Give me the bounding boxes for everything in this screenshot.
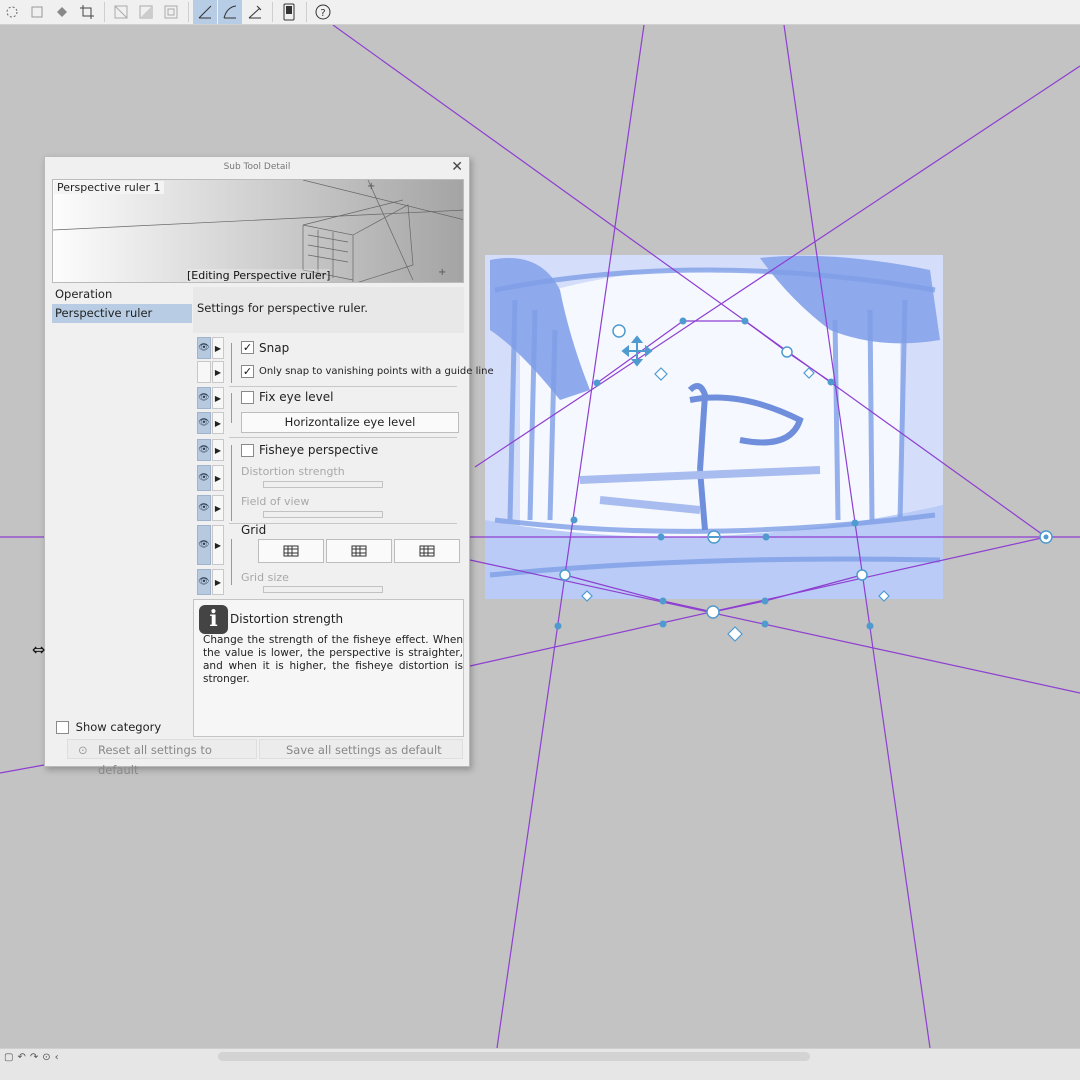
grid-size-label: Grid size	[241, 571, 289, 584]
grid-label: Grid	[241, 523, 267, 537]
fisheye-checkbox[interactable]	[241, 444, 254, 457]
category-operation[interactable]: Operation	[52, 285, 192, 304]
grid-yz-button[interactable]	[326, 539, 392, 563]
eye-icon[interactable]: 👁	[197, 495, 211, 521]
grid-icon	[419, 545, 435, 557]
rotate-icon[interactable]	[0, 0, 24, 24]
grid-row: 👁 ▶ Grid	[193, 523, 464, 585]
help-text: Change the strength of the fisheye effec…	[203, 634, 463, 685]
horizontal-scrollbar[interactable]	[218, 1052, 810, 1061]
grid-xz-button[interactable]	[394, 539, 460, 563]
settings-panel: Settings for perspective ruler. 👁 ▶ ✓ Sn…	[193, 287, 494, 597]
settings-header: Settings for perspective ruler.	[193, 287, 464, 333]
only-snap-checkbox[interactable]: ✓	[241, 365, 254, 378]
scroll-left-icon[interactable]: ‹	[55, 1052, 59, 1063]
close-icon[interactable]: ✕	[451, 159, 463, 175]
ruler-edit-icon[interactable]	[243, 0, 267, 24]
eye-off-icon[interactable]	[197, 361, 211, 383]
grid-size-row: 👁 ▶ Grid size	[193, 569, 464, 597]
grid-icon	[351, 545, 367, 557]
only-snap-label: Only snap to vanishing points with a gui…	[259, 366, 494, 377]
ruler-curve-icon[interactable]	[218, 0, 242, 24]
eye-icon[interactable]: 👁	[197, 387, 211, 409]
fisheye-row: 👁 ▶ Fisheye perspective	[193, 439, 464, 521]
selection-frame-icon[interactable]	[159, 0, 183, 24]
transform-icon[interactable]	[25, 0, 49, 24]
snap-label: Snap	[259, 341, 290, 355]
rotate-left-icon[interactable]: ↶	[17, 1052, 25, 1063]
sketch-artwork	[485, 255, 943, 599]
fix-eye-level-label: Fix eye level	[259, 390, 334, 404]
selection-invert-icon[interactable]	[134, 0, 158, 24]
rotate-icon[interactable]: ▢	[4, 1052, 13, 1063]
only-snap-row: ▶ ✓ Only snap to vanishing points with a…	[193, 361, 494, 385]
help-icon[interactable]: ?	[311, 0, 335, 24]
field-of-view-row: 👁 ▶ Field of view	[193, 495, 464, 523]
snap-row: 👁 ▶ ✓ Snap	[193, 337, 464, 383]
expand-triangle-icon[interactable]: ▶	[212, 439, 224, 461]
svg-text:+: +	[438, 267, 446, 278]
save-settings-button[interactable]: Save all settings as default	[259, 739, 463, 759]
grid-size-slider[interactable]	[263, 586, 383, 593]
expand-triangle-icon[interactable]: ▶	[212, 361, 224, 383]
sub-tool-detail-dialog: Sub Tool Detail ✕ + + Perspective ruler …	[44, 156, 494, 777]
device-icon[interactable]	[277, 0, 301, 24]
show-category-checkbox[interactable]	[56, 721, 69, 734]
dialog-title: Sub Tool Detail	[223, 162, 291, 172]
fisheye-label: Fisheye perspective	[259, 443, 379, 457]
reset-icon: ⊙	[78, 743, 88, 757]
expand-triangle-icon[interactable]: ▶	[212, 465, 224, 491]
grid-xy-button[interactable]	[258, 539, 324, 563]
horizontalize-eye-level-button[interactable]: Horizontalize eye level	[241, 412, 459, 433]
eye-icon[interactable]: 👁	[197, 412, 211, 434]
eye-icon[interactable]: 👁	[197, 465, 211, 491]
rotate-right-icon[interactable]: ↷	[30, 1052, 38, 1063]
bottom-bar: ▢ ↶ ↷ ⊙ ‹	[0, 1048, 1080, 1080]
selection-clear-icon[interactable]	[109, 0, 133, 24]
info-icon: i	[199, 605, 228, 634]
horizontalize-row: 👁 ▶ Horizontalize eye level	[193, 412, 464, 436]
eye-icon[interactable]: 👁	[197, 439, 211, 461]
reset-settings-button[interactable]: ⊙ Reset all settings to default	[67, 739, 257, 777]
expand-triangle-icon[interactable]: ▶	[212, 495, 224, 521]
help-title: Distortion strength	[230, 612, 344, 626]
show-category-option: Show category	[56, 720, 161, 734]
field-of-view-slider[interactable]	[263, 511, 383, 518]
category-list: Operation Perspective ruler	[52, 285, 192, 323]
field-of-view-label: Field of view	[241, 495, 310, 508]
eye-icon[interactable]: 👁	[197, 525, 211, 565]
crop-icon[interactable]	[75, 0, 99, 24]
eye-icon[interactable]: 👁	[197, 337, 211, 359]
preview-drawing: + +	[53, 180, 463, 282]
eye-icon[interactable]: 👁	[197, 569, 211, 595]
preview-ruler-name: Perspective ruler 1	[54, 181, 164, 194]
fix-eye-level-row: 👁 ▶ Fix eye level	[193, 387, 464, 423]
svg-text:+: +	[367, 181, 375, 192]
show-category-label: Show category	[75, 720, 162, 734]
distortion-strength-row: 👁 ▶ Distortion strength	[193, 465, 464, 493]
fill-icon[interactable]	[50, 0, 74, 24]
grid-icon	[283, 545, 299, 557]
reset-rotation-icon[interactable]: ⊙	[42, 1052, 50, 1063]
distortion-strength-label: Distortion strength	[241, 465, 345, 478]
top-toolbar: ?	[0, 0, 1080, 25]
expand-triangle-icon[interactable]: ▶	[212, 387, 224, 409]
expand-triangle-icon[interactable]: ▶	[212, 337, 224, 359]
snap-checkbox[interactable]: ✓	[241, 341, 254, 354]
help-panel: i Distortion strength Change the strengt…	[193, 599, 464, 737]
svg-text:?: ?	[320, 8, 325, 19]
bottom-tools: ▢ ↶ ↷ ⊙ ‹	[4, 1050, 59, 1064]
fix-eye-level-checkbox[interactable]	[241, 391, 254, 404]
tool-preview: + + Perspective ruler 1 [Editing Perspec…	[52, 179, 464, 283]
resize-cursor-icon: ⇔	[32, 640, 46, 659]
expand-triangle-icon[interactable]: ▶	[212, 412, 224, 434]
ruler-line-icon[interactable]	[193, 0, 217, 24]
preview-status: [Editing Perspective ruler]	[187, 269, 331, 282]
expand-triangle-icon[interactable]: ▶	[212, 525, 224, 565]
expand-triangle-icon[interactable]: ▶	[212, 569, 224, 595]
category-perspective-ruler[interactable]: Perspective ruler	[52, 304, 192, 323]
distortion-strength-slider[interactable]	[263, 481, 383, 488]
